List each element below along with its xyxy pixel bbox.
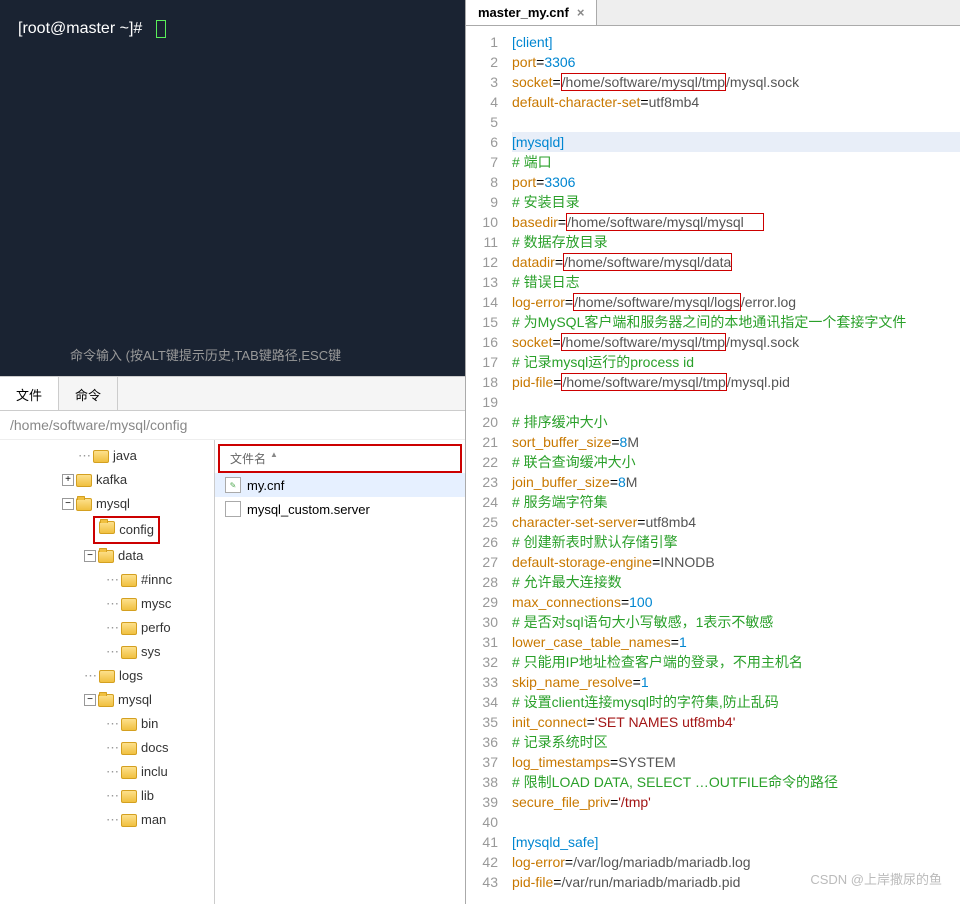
code-line[interactable]: default-storage-engine=INNODB: [512, 552, 960, 572]
terminal[interactable]: [root@master ~]# 命令输入 (按ALT键提示历史,TAB键路径,…: [0, 0, 465, 376]
editor-tab[interactable]: master_my.cnf ×: [466, 0, 597, 25]
tree-item[interactable]: ⋯bin: [106, 712, 214, 736]
tab-commands[interactable]: 命令: [59, 377, 118, 410]
tree-item-logs[interactable]: ⋯logs: [84, 664, 214, 688]
code-line[interactable]: [512, 812, 960, 832]
file-item-mycnf[interactable]: ✎my.cnf: [215, 473, 465, 497]
code-line[interactable]: basedir=/home/software/mysql/mysql: [512, 212, 960, 232]
filelist-header[interactable]: 文件名▲: [218, 444, 462, 473]
collapse-icon[interactable]: −: [84, 550, 96, 562]
code-line[interactable]: socket=/home/software/mysql/tmp/mysql.so…: [512, 72, 960, 92]
expand-icon[interactable]: +: [62, 474, 74, 486]
path-bar[interactable]: /home/software/mysql/config: [0, 411, 465, 440]
code-line[interactable]: [client]: [512, 32, 960, 52]
tree-item-java[interactable]: ⋯java: [78, 444, 214, 468]
tree-item[interactable]: ⋯lib: [106, 784, 214, 808]
tree-item[interactable]: ⋯inclu: [106, 760, 214, 784]
terminal-hint: 命令输入 (按ALT键提示历史,TAB键路径,ESC键: [70, 345, 455, 364]
terminal-cursor: [156, 20, 166, 38]
code-line[interactable]: lower_case_table_names=1: [512, 632, 960, 652]
code-line[interactable]: # 是否对sql语句大小写敏感，1表示不敏感: [512, 612, 960, 632]
code-line[interactable]: # 允许最大连接数: [512, 572, 960, 592]
tree-item-mysql[interactable]: −mysql: [84, 688, 214, 712]
collapse-icon[interactable]: −: [84, 694, 96, 706]
tree-item-mysql[interactable]: −mysql: [62, 492, 214, 516]
tree-item[interactable]: ⋯sys: [106, 640, 214, 664]
code-line[interactable]: port=3306: [512, 52, 960, 72]
code-line[interactable]: [512, 392, 960, 412]
file-browser: 文件 命令 /home/software/mysql/config ⋯java …: [0, 376, 465, 904]
close-icon[interactable]: ×: [577, 5, 585, 20]
code-line[interactable]: secure_file_priv='/tmp': [512, 792, 960, 812]
tree-item[interactable]: ⋯docs: [106, 736, 214, 760]
code-line[interactable]: [mysqld]: [512, 132, 960, 152]
sort-arrow-icon: ▲: [270, 450, 278, 467]
code-line[interactable]: log_timestamps=SYSTEM: [512, 752, 960, 772]
code-line[interactable]: [512, 112, 960, 132]
code-line[interactable]: # 创建新表时默认存储引擎: [512, 532, 960, 552]
code-line[interactable]: log-error=/home/software/mysql/logs/erro…: [512, 292, 960, 312]
code-editor[interactable]: 1234567891011121314151617181920212223242…: [466, 26, 960, 904]
code-line[interactable]: character-set-server=utf8mb4: [512, 512, 960, 532]
code-line[interactable]: port=3306: [512, 172, 960, 192]
code-line[interactable]: [mysqld_safe]: [512, 832, 960, 852]
code-line[interactable]: # 安装目录: [512, 192, 960, 212]
code-line[interactable]: # 只能用IP地址检查客户端的登录，不用主机名: [512, 652, 960, 672]
code-line[interactable]: sort_buffer_size=8M: [512, 432, 960, 452]
tree-item-kafka[interactable]: +kafka: [62, 468, 214, 492]
editor-tabs: master_my.cnf ×: [466, 0, 960, 26]
code-area[interactable]: [client]port=3306socket=/home/software/m…: [508, 26, 960, 904]
file-list[interactable]: 文件名▲ ✎my.cnf mysql_custom.server: [215, 440, 465, 904]
code-line[interactable]: # 记录mysql运行的process id: [512, 352, 960, 372]
file-icon: ✎: [225, 477, 241, 493]
code-line[interactable]: skip_name_resolve=1: [512, 672, 960, 692]
tree-item[interactable]: ⋯man: [106, 808, 214, 832]
terminal-prompt: [root@master ~]#: [18, 20, 142, 37]
code-line[interactable]: # 设置client连接mysql时的字符集,防止乱码: [512, 692, 960, 712]
tree-item-config[interactable]: config: [84, 516, 214, 544]
code-line[interactable]: # 排序缓冲大小: [512, 412, 960, 432]
tree-item[interactable]: ⋯perfo: [106, 616, 214, 640]
code-line[interactable]: join_buffer_size=8M: [512, 472, 960, 492]
tab-files[interactable]: 文件: [0, 377, 59, 410]
code-line[interactable]: datadir=/home/software/mysql/data: [512, 252, 960, 272]
code-line[interactable]: # 记录系统时区: [512, 732, 960, 752]
file-browser-tabs: 文件 命令: [0, 377, 465, 411]
code-line[interactable]: socket=/home/software/mysql/tmp/mysql.so…: [512, 332, 960, 352]
code-line[interactable]: default-character-set=utf8mb4: [512, 92, 960, 112]
tree-item[interactable]: ⋯#innc: [106, 568, 214, 592]
code-line[interactable]: # 服务端字符集: [512, 492, 960, 512]
code-line[interactable]: # 联合查询缓冲大小: [512, 452, 960, 472]
code-line[interactable]: pid-file=/home/software/mysql/tmp/mysql.…: [512, 372, 960, 392]
code-line[interactable]: # 数据存放目录: [512, 232, 960, 252]
code-line[interactable]: pid-file=/var/run/mariadb/mariadb.pid: [512, 872, 960, 892]
directory-tree[interactable]: ⋯java +kafka −mysql config −data ⋯#innc …: [0, 440, 215, 904]
code-line[interactable]: max_connections=100: [512, 592, 960, 612]
file-item-mysql-custom[interactable]: mysql_custom.server: [215, 497, 465, 521]
code-line[interactable]: log-error=/var/log/mariadb/mariadb.log: [512, 852, 960, 872]
tree-item[interactable]: ⋯mysc: [106, 592, 214, 616]
line-gutter: 1234567891011121314151617181920212223242…: [466, 26, 508, 904]
code-line[interactable]: # 为MySQL客户端和服务器之间的本地通讯指定一个套接字文件: [512, 312, 960, 332]
code-line[interactable]: # 错误日志: [512, 272, 960, 292]
code-line[interactable]: # 端口: [512, 152, 960, 172]
code-line[interactable]: init_connect='SET NAMES utf8mb4': [512, 712, 960, 732]
tree-item-data[interactable]: −data: [84, 544, 214, 568]
editor-tab-title: master_my.cnf: [478, 5, 569, 20]
file-icon: [225, 501, 241, 517]
collapse-icon[interactable]: −: [62, 498, 74, 510]
code-line[interactable]: # 限制LOAD DATA, SELECT …OUTFILE命令的路径: [512, 772, 960, 792]
